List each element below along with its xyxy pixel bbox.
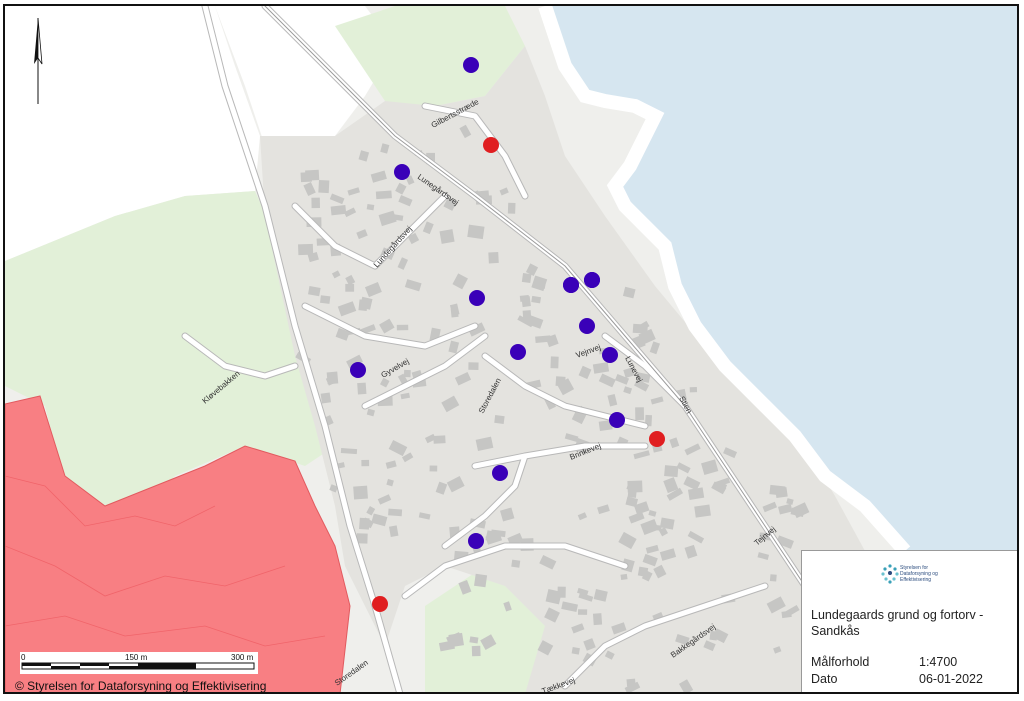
building [326,371,339,385]
building [358,299,368,312]
building [571,647,580,655]
building [494,415,505,424]
building [450,308,459,318]
building [555,376,566,387]
building [511,559,521,568]
building [488,251,499,264]
blue-point-marker[interactable] [394,164,410,180]
building [429,465,438,472]
blue-point-marker[interactable] [510,344,526,360]
building [433,435,446,444]
blue-point-marker[interactable] [602,347,618,363]
building [375,190,392,200]
building [357,382,367,395]
building [320,392,332,404]
building [550,356,559,369]
red-point-marker[interactable] [483,137,499,153]
building [388,508,403,517]
building [521,273,532,284]
building [635,407,645,421]
crown-dots-icon [881,564,899,584]
date-value: 06-01-2022 [919,672,983,686]
scale-label: Målforhold [811,655,870,669]
blue-point-marker[interactable] [609,412,625,428]
building [689,387,698,393]
building [592,613,603,626]
building [311,197,320,209]
building [471,645,481,657]
agency-logo: Styrelsen for Dataforsyning og Effektivise… [880,563,970,593]
building [769,574,777,582]
copyright-text: © Styrelsen for Dataforsyning og Effekti… [15,679,267,693]
building [366,203,375,211]
blue-point-marker[interactable] [468,533,484,549]
red-point-marker[interactable] [372,596,388,612]
building [474,573,488,588]
blue-point-marker[interactable] [563,277,579,293]
scale-bar: 0 150 m 300 m [20,652,258,674]
legend-box: Styrelsen for Dataforsyning og Effektivise… [801,550,1017,692]
building [305,169,320,181]
building [694,504,711,518]
building [781,610,792,619]
logo-text: Styrelsen for Dataforsyning og Effektivise… [900,565,938,583]
building [467,224,485,240]
map-frame: Gilbertsstræde Lunegårdsvej Lundegårdsve… [3,4,1019,694]
building [620,573,628,581]
red-point-marker[interactable] [649,431,665,447]
building [519,294,530,302]
scale-row: Målforhold 1:4700 [811,655,957,669]
building [627,490,637,498]
building [507,202,516,214]
blue-point-marker[interactable] [463,57,479,73]
building [353,485,368,500]
building [637,566,649,577]
blue-point-marker[interactable] [492,465,508,481]
building [577,609,588,615]
date-label: Dato [811,672,838,686]
blue-point-marker[interactable] [350,362,366,378]
building [439,229,455,244]
building [522,310,532,321]
scale-label-300: 300 m [231,653,254,662]
scale-label-150: 150 m [125,653,148,662]
date-row: Dato 06-01-2022 [811,672,983,686]
scale-label-0: 0 [21,653,26,662]
building [775,487,788,499]
map-title: Lundegaards grund og fortorv - Sandkås [811,608,984,638]
building [626,678,636,687]
building [345,283,355,292]
blue-point-marker[interactable] [469,290,485,306]
blue-point-marker[interactable] [579,318,595,334]
building [298,243,314,256]
blue-point-marker[interactable] [584,272,600,288]
scale-value: 1:4700 [919,655,958,669]
building [319,295,331,304]
building [330,205,347,216]
building [361,459,370,467]
building [468,362,479,370]
building [318,179,330,194]
building [403,369,411,378]
building [664,465,679,478]
building [632,323,648,334]
building [396,324,409,331]
